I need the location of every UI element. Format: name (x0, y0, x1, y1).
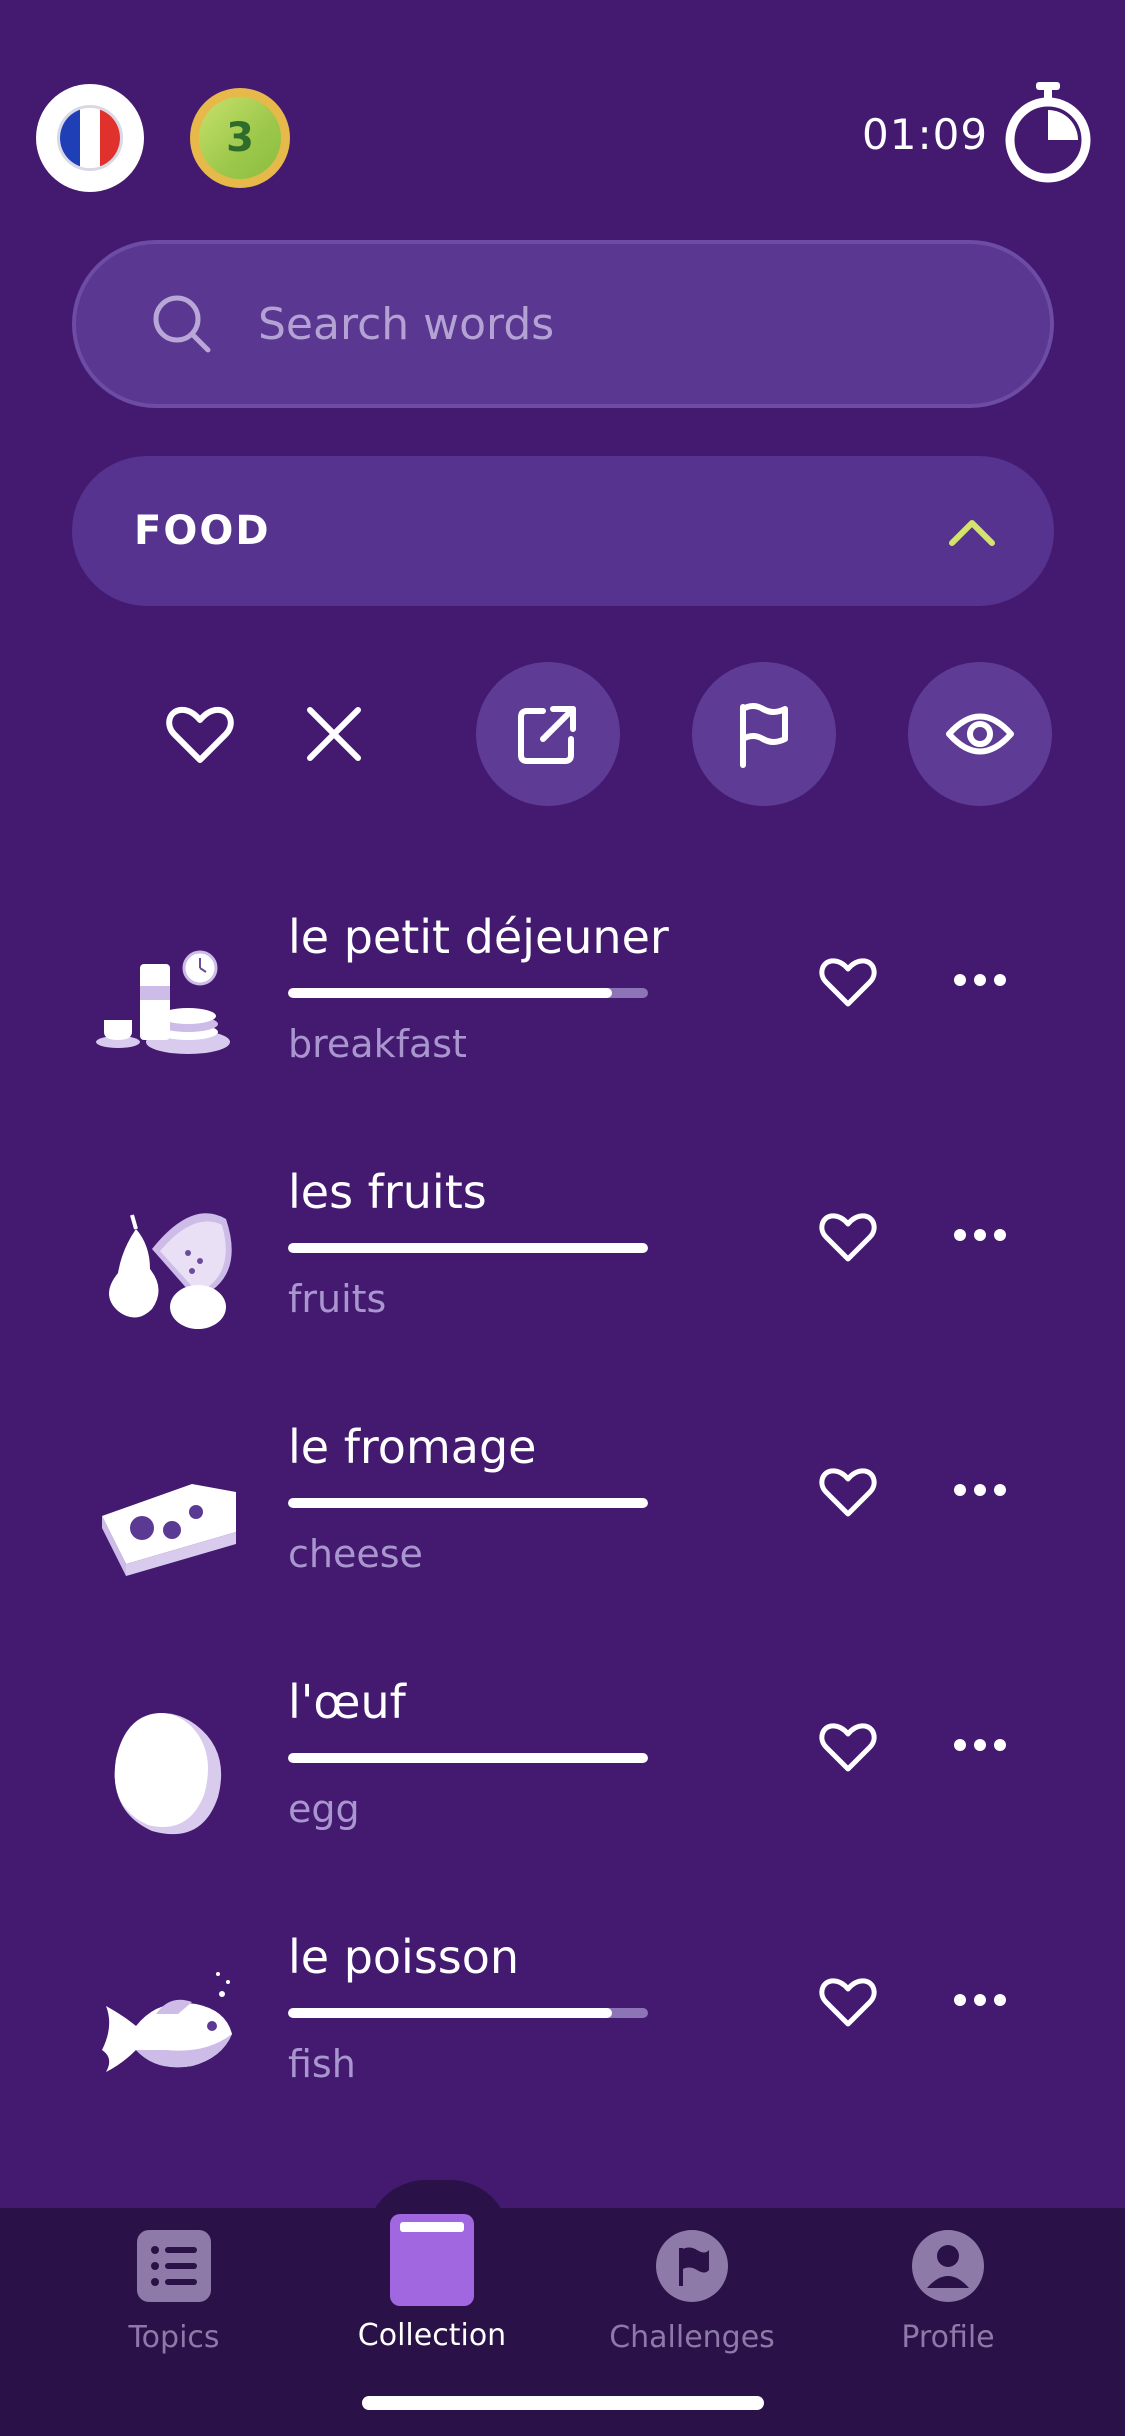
list-icon (137, 2230, 211, 2302)
heart-icon[interactable] (164, 698, 236, 770)
word-translation: breakfast (288, 1022, 467, 1066)
word-term: les fruits (288, 1165, 487, 1219)
nav-label: Challenges (609, 2320, 775, 2355)
nav-item-challenges[interactable]: Challenges (592, 2230, 792, 2355)
more-options-icon[interactable] (952, 1482, 1008, 1498)
word-term: le poisson (288, 1930, 520, 1984)
share-icon (518, 706, 576, 764)
progress-fill (288, 2008, 612, 2018)
nav-label: Collection (357, 2318, 507, 2353)
favorite-heart-icon[interactable] (818, 1974, 878, 2030)
word-translation: egg (288, 1787, 360, 1831)
list-item[interactable]: les fruits fruits (0, 1165, 1125, 1395)
nav-item-profile[interactable]: Profile (848, 2230, 1048, 2355)
more-options-icon[interactable] (952, 1227, 1008, 1243)
french-flag-icon (57, 105, 123, 171)
chevron-up-icon[interactable] (946, 513, 998, 549)
home-indicator (362, 2396, 764, 2410)
stopwatch-icon[interactable] (1000, 80, 1096, 184)
progress-bar (288, 1753, 648, 1763)
favorite-heart-icon[interactable] (818, 1464, 878, 1520)
nav-item-collection[interactable]: Collection (332, 2214, 532, 2353)
nav-label: Topics (128, 2320, 220, 2355)
level-number: 3 (199, 97, 281, 179)
word-term: le fromage (288, 1420, 537, 1474)
flag-icon (656, 2230, 728, 2302)
collection-screen: 3 01:09 FOOD (0, 0, 1125, 2436)
egg-image (114, 1713, 222, 1835)
progress-bar (288, 988, 648, 998)
list-item[interactable]: le petit déjeuner breakfast (0, 910, 1125, 1140)
progress-fill (288, 1498, 648, 1508)
timer-display: 01:09 (862, 110, 989, 159)
flag-button[interactable] (692, 662, 836, 806)
progress-bar (288, 1498, 648, 1508)
search-icon (153, 295, 211, 353)
share-button[interactable] (476, 662, 620, 806)
fruits-image (109, 1213, 232, 1329)
nav-item-topics[interactable]: Topics (74, 2230, 274, 2355)
cheese-image (102, 1484, 236, 1576)
close-icon[interactable] (298, 698, 370, 770)
more-options-icon[interactable] (952, 972, 1008, 988)
progress-fill (288, 988, 612, 998)
flag-icon (740, 703, 788, 768)
book-icon (390, 2214, 474, 2306)
visibility-button[interactable] (908, 662, 1052, 806)
more-options-icon[interactable] (952, 1992, 1008, 2008)
search-bar[interactable] (72, 240, 1054, 408)
word-term: l'œuf (288, 1675, 406, 1729)
favorite-heart-icon[interactable] (818, 1209, 878, 1265)
word-term: le petit déjeuner (288, 910, 669, 964)
favorite-heart-icon[interactable] (818, 1719, 878, 1775)
progress-bar (288, 1243, 648, 1253)
word-translation: fruits (288, 1277, 387, 1321)
fish-image (102, 1972, 232, 2072)
eye-icon (946, 713, 1014, 755)
progress-fill (288, 1243, 648, 1253)
favorite-heart-icon[interactable] (818, 954, 878, 1010)
more-options-icon[interactable] (952, 1737, 1008, 1753)
category-title: FOOD (134, 508, 271, 554)
user-icon (912, 2230, 984, 2302)
language-flag-button[interactable] (36, 84, 144, 192)
breakfast-image (96, 950, 230, 1054)
progress-bar (288, 2008, 648, 2018)
list-item[interactable]: le fromage cheese (0, 1420, 1125, 1650)
nav-label: Profile (901, 2320, 995, 2355)
list-item[interactable]: l'œuf egg (0, 1675, 1125, 1905)
level-badge[interactable]: 3 (190, 88, 290, 188)
word-translation: fish (288, 2042, 356, 2086)
progress-fill (288, 1753, 648, 1763)
word-translation: cheese (288, 1532, 423, 1576)
list-item[interactable]: le poisson fish (0, 1930, 1125, 2160)
category-dropdown[interactable]: FOOD (72, 456, 1054, 606)
search-input[interactable] (258, 298, 1018, 350)
